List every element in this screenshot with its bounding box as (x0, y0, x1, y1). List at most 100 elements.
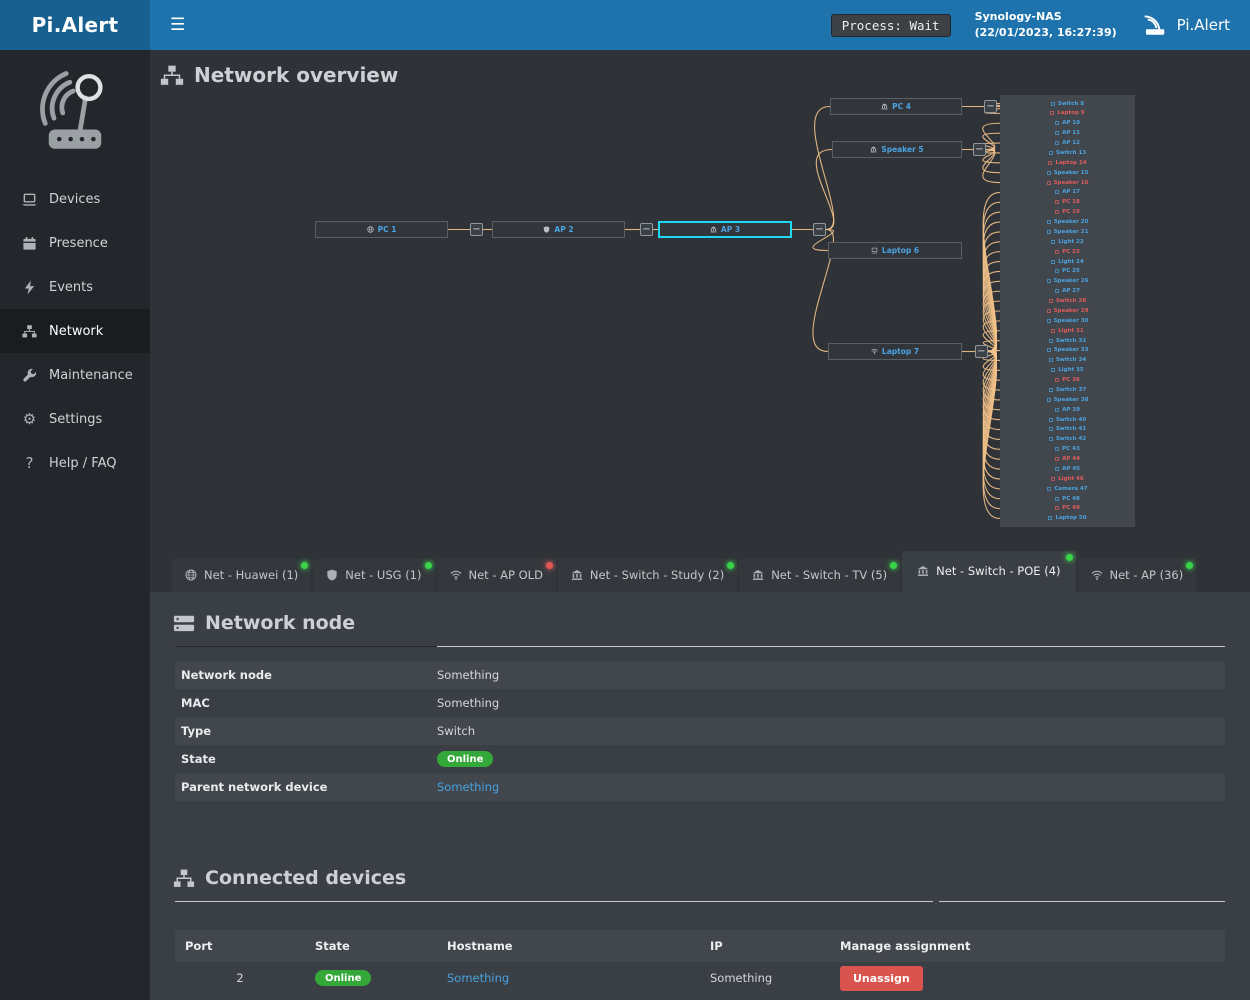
device-icon (1047, 181, 1051, 185)
topology-device-light-35[interactable]: Light 35 (1000, 366, 1135, 375)
collapse-toggle[interactable]: − (973, 143, 986, 156)
sidebar-item-help-faq[interactable]: ?Help / FAQ (0, 441, 150, 485)
topology-node-laptop-6[interactable]: Laptop 6 (828, 242, 962, 259)
detail-label: Type (175, 724, 437, 738)
topology-device-pc-18[interactable]: PC 18 (1000, 198, 1135, 207)
device-icon (1047, 487, 1051, 491)
topology-node-ap-2[interactable]: AP 2 (492, 221, 625, 238)
tab-net-switch-study-2[interactable]: Net - Switch - Study (2) (558, 559, 737, 592)
topology-device-pc-19[interactable]: PC 19 (1000, 208, 1135, 217)
navbar-brand-link[interactable]: Pi.Alert (1141, 14, 1234, 36)
topology-device-light-46[interactable]: Light 46 (1000, 474, 1135, 483)
topology-device-switch-13[interactable]: Switch 13 (1000, 148, 1135, 157)
topology-device-pc-25[interactable]: PC 25 (1000, 267, 1135, 276)
topology-device-pc-49[interactable]: PC 49 (1000, 504, 1135, 513)
tab-net-switch-tv-5[interactable]: Net - Switch - TV (5) (739, 559, 900, 592)
tab-net-ap-36[interactable]: Net - AP (36) (1078, 559, 1197, 592)
topology-device-ap-27[interactable]: AP 27 (1000, 287, 1135, 296)
topology-device-switch-32[interactable]: Switch 32 (1000, 336, 1135, 345)
device-label: PC 49 (1062, 505, 1080, 511)
sidebar: DevicesPresenceEventsNetworkMaintenance⚙… (0, 50, 150, 1000)
sitemap-icon (160, 65, 184, 86)
topology-device-speaker-16[interactable]: Speaker 16 (1000, 178, 1135, 187)
tab-net-huawei-1[interactable]: Net - Huawei (1) (172, 559, 311, 592)
topology-device-speaker-33[interactable]: Speaker 33 (1000, 346, 1135, 355)
tab-net-usg-1[interactable]: Net - USG (1) (313, 559, 434, 592)
topology-device-ap-10[interactable]: AP 10 (1000, 119, 1135, 128)
topology-device-switch-28[interactable]: Switch 28 (1000, 297, 1135, 306)
hostname-link[interactable]: Something (447, 971, 509, 985)
wifi-icon (1091, 569, 1103, 581)
topology-device-pc-23[interactable]: PC 23 (1000, 247, 1135, 256)
topology-device-pc-48[interactable]: PC 48 (1000, 494, 1135, 503)
topology-device-speaker-21[interactable]: Speaker 21 (1000, 227, 1135, 236)
status-dot-red (546, 562, 553, 569)
topology-device-switch-42[interactable]: Switch 42 (1000, 435, 1135, 444)
sidebar-item-maintenance[interactable]: Maintenance (0, 353, 150, 397)
topology-device-speaker-30[interactable]: Speaker 30 (1000, 316, 1135, 325)
sidebar-item-events[interactable]: Events (0, 265, 150, 309)
topology-device-switch-8[interactable]: Switch 8 (1000, 99, 1135, 108)
collapse-toggle[interactable]: − (470, 223, 483, 236)
page-title: Network overview (150, 50, 1250, 90)
device-icon (1051, 368, 1055, 372)
collapse-toggle[interactable]: − (640, 223, 653, 236)
topology-device-ap-39[interactable]: AP 39 (1000, 405, 1135, 414)
topology-device-switch-40[interactable]: Switch 40 (1000, 415, 1135, 424)
sidebar-item-presence[interactable]: Presence (0, 221, 150, 265)
topology-device-pc-43[interactable]: PC 43 (1000, 445, 1135, 454)
tab-label: Net - AP OLD (469, 568, 543, 582)
topology-device-speaker-29[interactable]: Speaker 29 (1000, 306, 1135, 315)
topology-device-pc-36[interactable]: PC 36 (1000, 376, 1135, 385)
collapse-toggle[interactable]: − (813, 223, 826, 236)
topology-device-light-22[interactable]: Light 22 (1000, 237, 1135, 246)
topology-device-light-24[interactable]: Light 24 (1000, 257, 1135, 266)
device-row: 2OnlineSomethingSomethingUnassign (175, 962, 1225, 994)
topology-device-ap-44[interactable]: AP 44 (1000, 455, 1135, 464)
topology-node-pc-4[interactable]: PC 4 (830, 98, 962, 115)
topology-device-laptop-14[interactable]: Laptop 14 (1000, 158, 1135, 167)
hamburger-icon[interactable]: ☰ (170, 15, 185, 35)
device-icon (1055, 121, 1059, 125)
topology-device-ap-45[interactable]: AP 45 (1000, 464, 1135, 473)
topology-device-laptop-50[interactable]: Laptop 50 (1000, 514, 1135, 523)
topology-device-speaker-15[interactable]: Speaker 15 (1000, 168, 1135, 177)
sidebar-item-settings[interactable]: ⚙Settings (0, 397, 150, 441)
topology-device-switch-41[interactable]: Switch 41 (1000, 425, 1135, 434)
topology-device-light-31[interactable]: Light 31 (1000, 326, 1135, 335)
collapse-toggle[interactable]: − (975, 345, 988, 358)
topology-device-laptop-9[interactable]: Laptop 9 (1000, 109, 1135, 118)
unassign-button[interactable]: Unassign (840, 966, 923, 991)
topology-device-ap-12[interactable]: AP 12 (1000, 139, 1135, 148)
topology-device-ap-17[interactable]: AP 17 (1000, 188, 1135, 197)
topology-device-speaker-38[interactable]: Speaker 38 (1000, 395, 1135, 404)
topology-node-label: Laptop 7 (882, 347, 919, 356)
topology-device-switch-34[interactable]: Switch 34 (1000, 356, 1135, 365)
topology-device-speaker-26[interactable]: Speaker 26 (1000, 277, 1135, 286)
topology-device-switch-37[interactable]: Switch 37 (1000, 385, 1135, 394)
sidebar-item-devices[interactable]: Devices (0, 177, 150, 221)
topology-node-speaker-5[interactable]: Speaker 5 (832, 141, 962, 158)
topology-node-pc-1[interactable]: PC 1 (315, 221, 448, 238)
collapse-toggle[interactable]: − (984, 100, 997, 113)
sidebar-item-network[interactable]: Network (0, 309, 150, 353)
wifi-icon (450, 569, 462, 581)
device-icon (1055, 210, 1059, 214)
device-label: Speaker 16 (1054, 180, 1089, 186)
laptop-icon (21, 192, 38, 207)
topology-device-speaker-20[interactable]: Speaker 20 (1000, 218, 1135, 227)
topology-node-laptop-7[interactable]: Laptop 7 (828, 343, 962, 360)
device-label: AP 27 (1062, 288, 1080, 294)
bank-icon (752, 569, 764, 581)
parent-device-link[interactable]: Something (437, 780, 499, 794)
tab-net-switch-poe-4[interactable]: Net - Switch - POE (4) (902, 551, 1075, 592)
router-search-logo (0, 50, 150, 177)
shield-icon (543, 226, 550, 233)
topology-device-ap-11[interactable]: AP 11 (1000, 129, 1135, 138)
tab-net-ap-old[interactable]: Net - AP OLD (437, 559, 556, 592)
gear-icon: ⚙ (21, 412, 38, 427)
topology-node-ap-3[interactable]: AP 3 (658, 221, 792, 238)
globe-icon (367, 226, 374, 233)
tab-label: Net - Switch - Study (2) (590, 568, 724, 582)
topology-device-camera-47[interactable]: Camera 47 (1000, 484, 1135, 493)
